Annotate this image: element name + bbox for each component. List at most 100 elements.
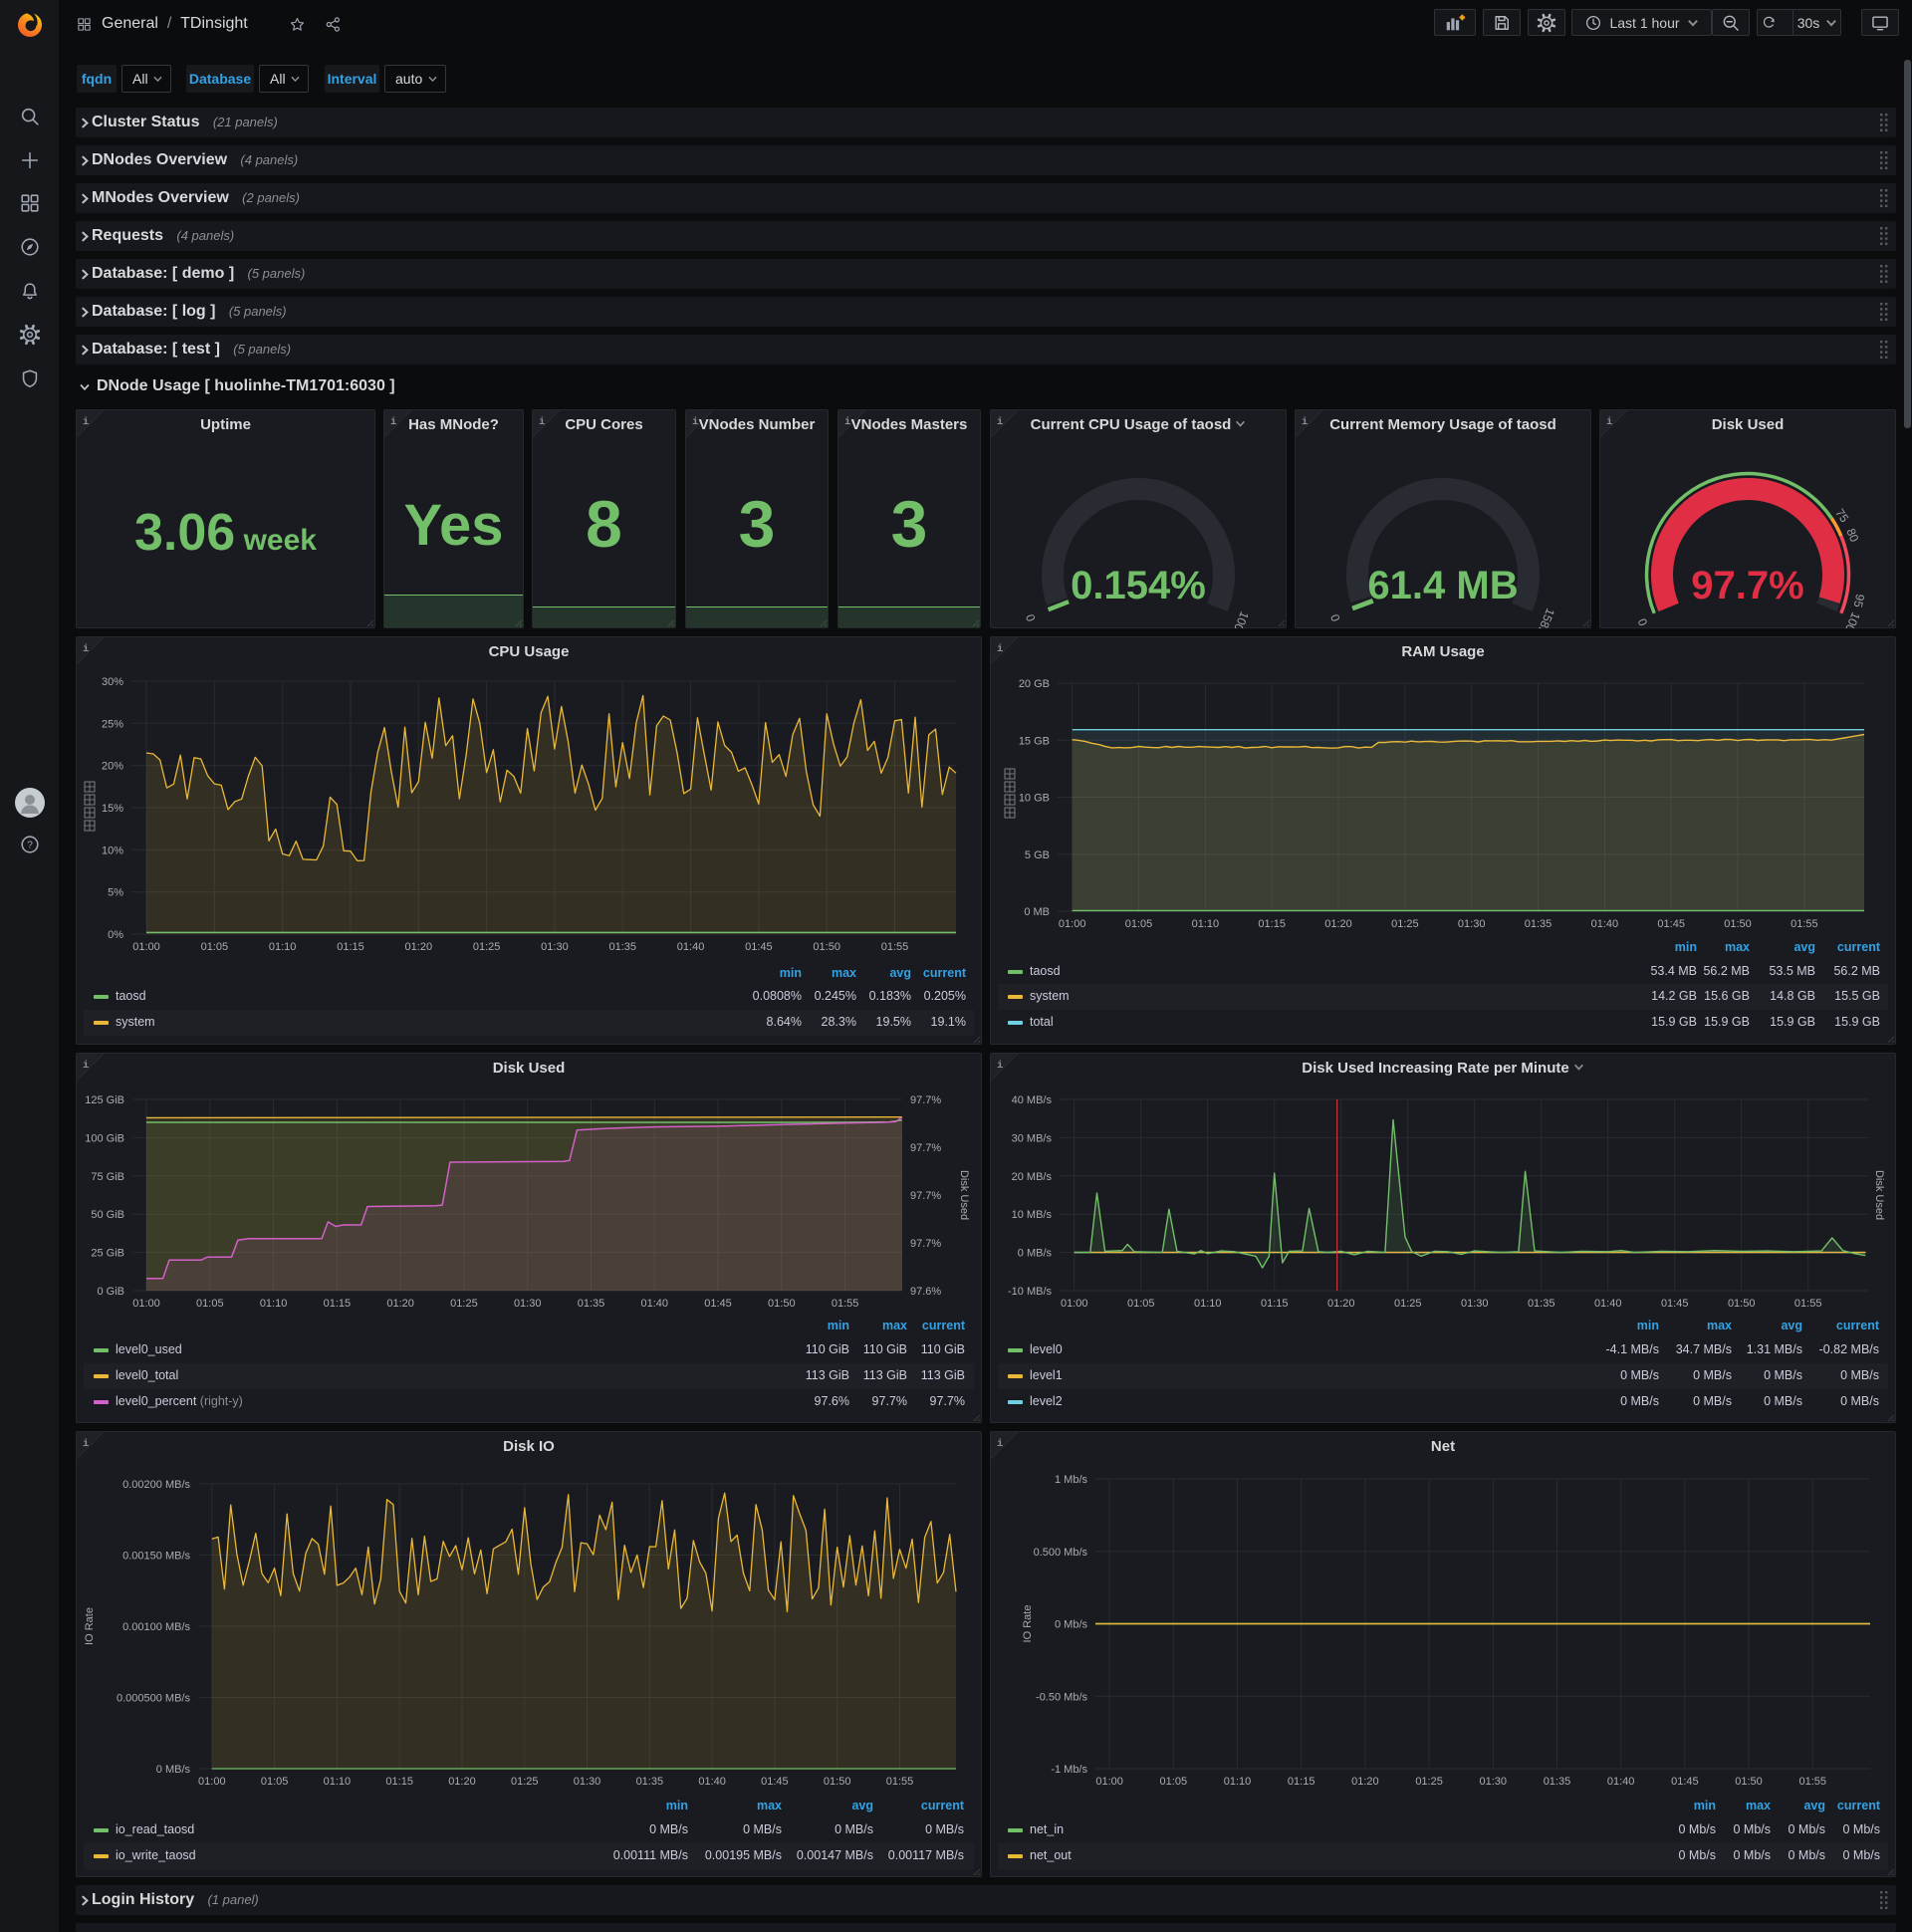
svg-text:01:30: 01:30 <box>574 1776 601 1788</box>
svg-text:97.7%: 97.7% <box>910 1142 941 1154</box>
svg-text:-1 Mb/s: -1 Mb/s <box>1051 1764 1087 1776</box>
svg-text:5 GB: 5 GB <box>1025 849 1050 861</box>
svg-text:50 GiB: 50 GiB <box>91 1209 124 1221</box>
svg-text:01:40: 01:40 <box>677 941 705 953</box>
svg-text:01:40: 01:40 <box>640 1298 668 1310</box>
svg-text:01:30: 01:30 <box>541 941 569 953</box>
svg-text:97.6%: 97.6% <box>910 1286 941 1298</box>
svg-text:01:55: 01:55 <box>1794 1298 1822 1310</box>
svg-text:01:30: 01:30 <box>1461 1298 1489 1310</box>
svg-text:01:55: 01:55 <box>832 1298 859 1310</box>
svg-text:01:05: 01:05 <box>1160 1776 1188 1788</box>
svg-text:100 GiB: 100 GiB <box>85 1132 124 1144</box>
svg-text:01:35: 01:35 <box>608 941 636 953</box>
svg-text:97.7%: 97.7% <box>910 1238 941 1250</box>
svg-text:-0.50 Mb/s: -0.50 Mb/s <box>1036 1691 1087 1703</box>
svg-text:0: 0 <box>1327 612 1343 623</box>
svg-text:01:45: 01:45 <box>1661 1298 1689 1310</box>
svg-text:IO Rate: IO Rate <box>84 1607 96 1645</box>
svg-text:15 GB: 15 GB <box>1019 735 1050 747</box>
svg-text:20 GB: 20 GB <box>1019 678 1050 690</box>
svg-text:01:45: 01:45 <box>704 1298 732 1310</box>
svg-text:-10 MB/s: -10 MB/s <box>1008 1286 1053 1298</box>
svg-text:30%: 30% <box>102 676 123 688</box>
svg-text:01:25: 01:25 <box>473 941 501 953</box>
svg-text:97.7%: 97.7% <box>910 1190 941 1202</box>
svg-text:01:35: 01:35 <box>1544 1776 1571 1788</box>
svg-text:0%: 0% <box>108 929 123 941</box>
svg-text:01:15: 01:15 <box>385 1776 413 1788</box>
svg-text:10 MB/s: 10 MB/s <box>1012 1209 1053 1221</box>
svg-text:01:30: 01:30 <box>514 1298 542 1310</box>
svg-text:0.00100 MB/s: 0.00100 MB/s <box>122 1621 190 1633</box>
svg-text:01:30: 01:30 <box>1480 1776 1508 1788</box>
svg-text:01:20: 01:20 <box>1324 918 1352 930</box>
svg-text:01:05: 01:05 <box>196 1298 224 1310</box>
svg-text:75 GiB: 75 GiB <box>91 1171 124 1183</box>
svg-text:100: 100 <box>1842 610 1863 628</box>
svg-text:1 Mb/s: 1 Mb/s <box>1055 1474 1088 1486</box>
svg-text:01:40: 01:40 <box>1591 918 1619 930</box>
svg-text:20%: 20% <box>102 761 123 773</box>
svg-text:0 MB/s: 0 MB/s <box>1018 1248 1053 1260</box>
svg-text:01:50: 01:50 <box>1724 918 1752 930</box>
svg-text:IO Rate: IO Rate <box>1022 1605 1034 1643</box>
svg-text:01:25: 01:25 <box>450 1298 478 1310</box>
svg-text:01:05: 01:05 <box>201 941 229 953</box>
svg-text:01:20: 01:20 <box>1327 1298 1355 1310</box>
svg-text:01:00: 01:00 <box>132 1298 160 1310</box>
svg-text:01:15: 01:15 <box>324 1298 352 1310</box>
svg-text:01:55: 01:55 <box>1798 1776 1826 1788</box>
svg-text:10 GB: 10 GB <box>1019 793 1050 805</box>
svg-text:01:10: 01:10 <box>1194 1298 1222 1310</box>
svg-text:01:00: 01:00 <box>1061 1298 1088 1310</box>
svg-text:30 MB/s: 30 MB/s <box>1012 1132 1053 1144</box>
svg-text:01:50: 01:50 <box>1728 1298 1756 1310</box>
svg-text:01:50: 01:50 <box>813 941 840 953</box>
svg-text:01:40: 01:40 <box>1594 1298 1622 1310</box>
svg-text:01:45: 01:45 <box>745 941 773 953</box>
svg-text:01:40: 01:40 <box>698 1776 726 1788</box>
svg-text:01:05: 01:05 <box>1127 1298 1155 1310</box>
svg-text:01:50: 01:50 <box>768 1298 796 1310</box>
svg-text:01:45: 01:45 <box>1657 918 1685 930</box>
svg-text:01:10: 01:10 <box>269 941 297 953</box>
svg-text:1589: 1589 <box>1535 606 1557 628</box>
svg-text:01:35: 01:35 <box>1525 918 1553 930</box>
svg-text:0 MB: 0 MB <box>1024 906 1050 918</box>
svg-text:20 MB/s: 20 MB/s <box>1012 1171 1053 1183</box>
svg-text:01:45: 01:45 <box>761 1776 789 1788</box>
svg-text:01:50: 01:50 <box>824 1776 851 1788</box>
svg-text:0: 0 <box>1635 616 1651 628</box>
svg-text:0.500 Mb/s: 0.500 Mb/s <box>1034 1547 1088 1559</box>
svg-text:01:25: 01:25 <box>1394 1298 1422 1310</box>
svg-text:15%: 15% <box>102 803 123 815</box>
svg-text:01:35: 01:35 <box>1528 1298 1555 1310</box>
svg-text:01:20: 01:20 <box>405 941 433 953</box>
svg-text:01:10: 01:10 <box>260 1298 288 1310</box>
svg-text:01:50: 01:50 <box>1735 1776 1763 1788</box>
svg-text:80: 80 <box>1843 527 1861 545</box>
svg-text:Disk Used: Disk Used <box>1873 1170 1885 1220</box>
svg-text:01:35: 01:35 <box>636 1776 664 1788</box>
svg-text:01:55: 01:55 <box>1791 918 1818 930</box>
svg-text:0 Mb/s: 0 Mb/s <box>1055 1619 1088 1631</box>
svg-text:01:40: 01:40 <box>1607 1776 1635 1788</box>
svg-text:Disk Used: Disk Used <box>958 1170 970 1220</box>
svg-text:01:55: 01:55 <box>886 1776 914 1788</box>
svg-text:125 GiB: 125 GiB <box>85 1094 124 1106</box>
svg-text:5%: 5% <box>108 887 123 899</box>
svg-text:01:25: 01:25 <box>511 1776 539 1788</box>
svg-text:01:25: 01:25 <box>1415 1776 1443 1788</box>
svg-text:25 GiB: 25 GiB <box>91 1248 124 1260</box>
svg-text:01:10: 01:10 <box>1224 1776 1252 1788</box>
svg-text:25%: 25% <box>102 718 123 730</box>
svg-text:01:10: 01:10 <box>324 1776 352 1788</box>
svg-text:01:15: 01:15 <box>1288 1776 1315 1788</box>
svg-text:0.00150 MB/s: 0.00150 MB/s <box>122 1551 190 1563</box>
svg-text:01:10: 01:10 <box>1192 918 1220 930</box>
svg-text:01:55: 01:55 <box>881 941 909 953</box>
svg-text:0.00200 MB/s: 0.00200 MB/s <box>122 1479 190 1491</box>
svg-text:01:20: 01:20 <box>386 1298 414 1310</box>
svg-text:01:15: 01:15 <box>1261 1298 1289 1310</box>
